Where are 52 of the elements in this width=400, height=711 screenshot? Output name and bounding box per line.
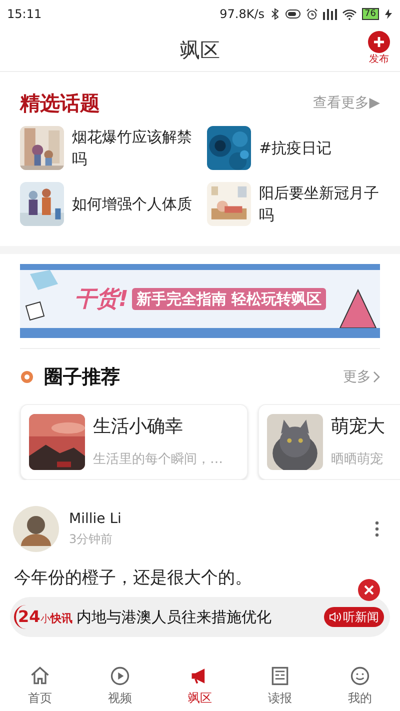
promo-banner[interactable]: 干货! 新手完全指南 轻松玩转飒区 — [20, 264, 380, 338]
alarm-icon — [306, 8, 318, 20]
speaker-icon — [329, 612, 341, 622]
more-options-icon[interactable] — [375, 520, 379, 536]
circle-name: 生活小确幸 — [93, 415, 184, 440]
publish-button[interactable]: 发布 — [368, 31, 390, 66]
network-speed: 97.8K/s — [220, 6, 265, 23]
topic-item[interactable]: 烟花爆竹应该解禁吗 — [20, 126, 193, 170]
topic-item[interactable]: 阳后要坐新冠月子吗 — [207, 182, 380, 226]
bluetooth-icon — [270, 8, 280, 20]
topic-item[interactable]: 如何增强个人体质 — [20, 182, 193, 226]
newspaper-icon — [269, 665, 291, 687]
tab[interactable]: 读报 — [240, 661, 320, 711]
triangle-drawing — [338, 288, 378, 328]
battery-level: 76 — [362, 8, 379, 20]
news-headline: 内地与港澳人员往来措施优化 — [76, 606, 272, 628]
circle-card[interactable]: 生活小确幸 生活里的每个瞬间，… — [20, 404, 248, 480]
logo-number: 24 — [18, 606, 40, 628]
status-time: 15:11 — [7, 6, 42, 23]
avatar-icon — [13, 506, 59, 552]
listen-news-button[interactable]: 听新闻 — [324, 607, 384, 627]
topic-item[interactable]: #抗疫日记 — [207, 126, 380, 170]
signal-icon — [322, 8, 337, 20]
banner-text: 新手完全指南 轻松玩转飒区 — [132, 288, 326, 310]
author-name: Millie Li — [69, 510, 122, 529]
tab[interactable]: 我的 — [320, 661, 400, 711]
news-ticker[interactable]: 24小快讯 内地与港澳人员往来措施优化 听新闻 — [10, 597, 390, 637]
smiley-icon — [349, 665, 371, 687]
chevron-right-icon — [373, 371, 380, 384]
circle-badge-icon — [20, 370, 34, 384]
post-text: 今年份的橙子，还是很大个的。 — [14, 566, 252, 590]
tab[interactable]: 视频 — [80, 661, 160, 711]
plus-icon — [368, 31, 390, 53]
tab[interactable]: 飒区 — [160, 661, 240, 711]
wifi-icon — [342, 8, 357, 20]
charging-icon — [384, 9, 393, 19]
section-title: 圈子推荐 — [44, 365, 120, 390]
play-icon — [109, 665, 131, 687]
tab[interactable]: 首页 — [0, 661, 80, 711]
post-time: 3分钟前 — [69, 531, 114, 548]
circle-name: 萌宠大 — [331, 415, 385, 440]
circle-card[interactable]: 萌宠大 晒晒萌宠 — [258, 404, 400, 480]
circle-description: 晒晒萌宠 — [331, 451, 384, 470]
page-title: 飒区 — [180, 36, 220, 64]
logo-text: 快讯 — [50, 611, 72, 627]
banner-label: 干货! — [74, 286, 128, 314]
toggle-icon — [284, 9, 301, 19]
home-icon — [29, 665, 51, 687]
section-title: 精选话题 — [20, 90, 100, 117]
logo-mark: 小 — [40, 614, 50, 627]
circle-description: 生活里的每个瞬间，… — [93, 451, 223, 470]
close-icon[interactable] — [358, 579, 380, 601]
